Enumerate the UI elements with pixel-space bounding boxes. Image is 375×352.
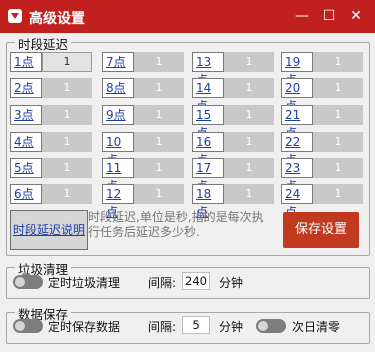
toggle-knob: [15, 321, 25, 331]
hour-cell: 22点1: [281, 132, 365, 167]
hour-cell: 3点 1: [10, 105, 94, 125]
hour-label[interactable]: 9点: [102, 105, 134, 125]
save-toggle[interactable]: [13, 319, 43, 333]
hour-label[interactable]: 7点: [102, 52, 134, 72]
hour-delay-input[interactable]: 1: [224, 52, 274, 72]
trash-interval-label: 间隔:: [148, 276, 177, 290]
hour-label[interactable]: 17点: [192, 158, 224, 193]
hour-delay-input[interactable]: 1: [224, 184, 274, 204]
hour-label[interactable]: 12点: [102, 184, 134, 219]
delay-group-legend: 时段延迟: [15, 34, 72, 53]
hour-delay-input[interactable]: 1: [42, 52, 92, 72]
hour-label[interactable]: 14点: [192, 78, 224, 113]
hour-cell: 11点1: [102, 158, 186, 193]
hour-label[interactable]: 22点: [281, 132, 313, 167]
clear-next-day-label: 次日清零: [292, 320, 341, 334]
hour-cell: 9点 1: [102, 105, 186, 125]
close-button[interactable]: ✕: [343, 4, 369, 28]
hour-label[interactable]: 4点: [10, 132, 42, 152]
hour-label[interactable]: 5点: [10, 158, 42, 178]
app-logo-icon: [8, 9, 22, 23]
hour-cell: 14点1: [192, 78, 276, 113]
hour-cell: 4点 1: [10, 132, 94, 152]
hour-cell: 10点1: [102, 132, 186, 167]
hour-cell: 1点 1: [10, 52, 94, 72]
hour-label[interactable]: 18点: [192, 184, 224, 219]
trash-toggle[interactable]: [13, 275, 43, 289]
hour-cell: 19点1: [281, 52, 365, 87]
hour-label[interactable]: 20点: [281, 78, 313, 113]
hour-delay-input[interactable]: 1: [313, 52, 363, 72]
hour-delay-input[interactable]: 1: [42, 184, 92, 204]
maximize-button[interactable]: ☐: [316, 4, 342, 28]
toggle-knob: [258, 321, 268, 331]
hour-delay-input[interactable]: 1: [313, 105, 363, 125]
hour-label[interactable]: 10点: [102, 132, 134, 167]
hour-cell: 23点1: [281, 158, 365, 193]
hour-delay-input[interactable]: 1: [42, 105, 92, 125]
delay-explain-text: 时段延迟,单位是秒,指的是每次执行任务后延迟多少秒.: [88, 210, 264, 239]
hour-delay-input[interactable]: 1: [224, 78, 274, 98]
hour-label[interactable]: 16点: [192, 132, 224, 167]
hour-label[interactable]: 1点: [10, 52, 42, 72]
hour-delay-input[interactable]: 1: [313, 78, 363, 98]
clear-next-day-toggle[interactable]: [256, 319, 286, 333]
title-bar: 高级设置 — ☐ ✕: [0, 0, 375, 33]
hour-cell: 13点1: [192, 52, 276, 87]
hour-cell: 8点 1: [102, 78, 186, 98]
hour-delay-input[interactable]: 1: [224, 158, 274, 178]
minimize-button[interactable]: —: [289, 4, 315, 28]
hour-cell: 24点1: [281, 184, 365, 219]
hour-cell: 12点 1: [102, 184, 186, 219]
hour-label[interactable]: 21点: [281, 105, 313, 140]
hour-cell: 20点1: [281, 78, 365, 113]
hour-delay-input[interactable]: 1: [134, 184, 184, 204]
hour-delay-input[interactable]: 1: [134, 78, 184, 98]
hour-delay-input[interactable]: 1: [313, 158, 363, 178]
hour-label[interactable]: 13点: [192, 52, 224, 87]
trash-interval-unit: 分钟: [219, 276, 244, 290]
hour-label[interactable]: 11点: [102, 158, 134, 193]
hour-cell: 17点1: [192, 158, 276, 193]
hour-delay-input[interactable]: 1: [313, 132, 363, 152]
save-interval-input[interactable]: 5: [182, 316, 210, 334]
hour-label[interactable]: 2点: [10, 78, 42, 98]
hour-delay-input[interactable]: 1: [42, 132, 92, 152]
hour-cell: 2点 1: [10, 78, 94, 98]
hour-delay-input[interactable]: 1: [134, 158, 184, 178]
hour-delay-input[interactable]: 1: [313, 184, 363, 204]
hour-cell: 15点1: [192, 105, 276, 140]
save-toggle-label: 定时保存数据: [48, 320, 121, 334]
window-title: 高级设置: [29, 11, 85, 27]
hour-label[interactable]: 8点: [102, 78, 134, 98]
hour-delay-input[interactable]: 1: [42, 78, 92, 98]
hour-cell: 5点 1: [10, 158, 94, 178]
hour-label[interactable]: 3点: [10, 105, 42, 125]
hour-delay-input[interactable]: 1: [224, 105, 274, 125]
save-interval-unit: 分钟: [219, 320, 244, 334]
hour-delay-input[interactable]: 1: [134, 132, 184, 152]
hour-delay-input[interactable]: 1: [134, 52, 184, 72]
hour-label[interactable]: 15点: [192, 105, 224, 140]
save-settings-button[interactable]: 保存设置: [283, 212, 359, 248]
hour-delay-input[interactable]: 1: [42, 158, 92, 178]
hour-label[interactable]: 23点: [281, 158, 313, 193]
hour-label[interactable]: 19点: [281, 52, 313, 87]
hour-delay-input[interactable]: 1: [224, 132, 274, 152]
save-interval-label: 间隔:: [148, 320, 177, 334]
hour-cell: 18点 1: [192, 184, 276, 219]
hour-delay-input[interactable]: 1: [134, 105, 184, 125]
trash-toggle-label: 定时垃圾清理: [48, 276, 121, 290]
hour-label[interactable]: 24点: [281, 184, 313, 219]
hour-cell: 7点 1: [102, 52, 186, 72]
hour-cell: 16点1: [192, 132, 276, 167]
hour-label[interactable]: 6点: [10, 184, 42, 204]
toggle-knob: [15, 277, 25, 287]
delay-explain-button[interactable]: 时段延迟说明: [10, 210, 88, 250]
hour-cell: 21点1: [281, 105, 365, 140]
hour-cell: 6点 1: [10, 184, 94, 204]
trash-interval-input[interactable]: 240: [182, 272, 210, 290]
